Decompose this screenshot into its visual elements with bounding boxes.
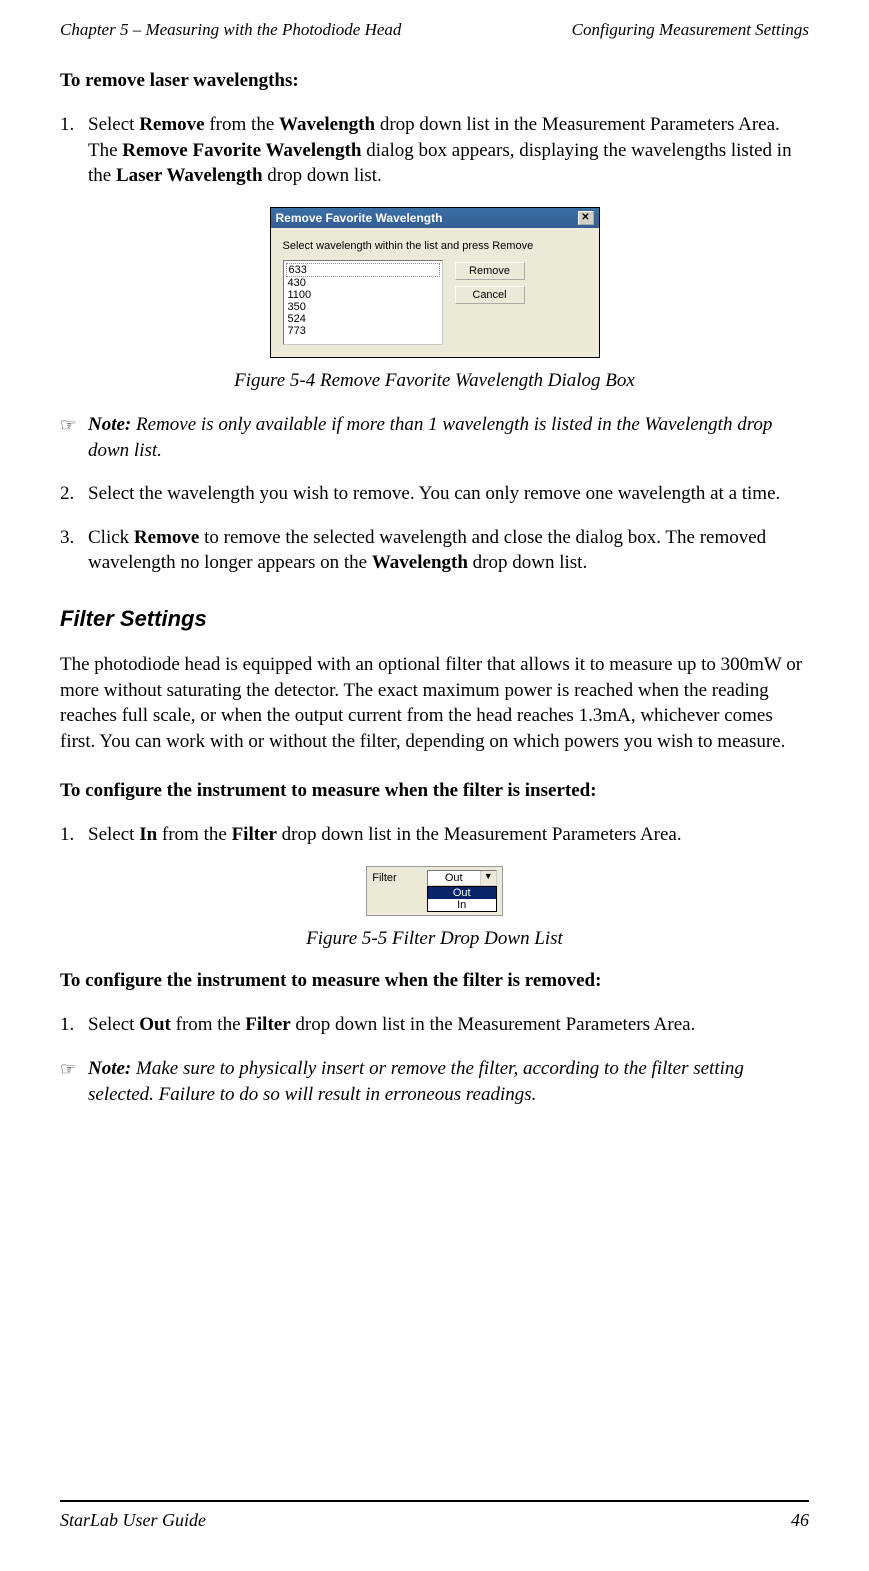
filter-label: Filter [372,870,396,884]
remove-wavelength-dialog: Remove Favorite Wavelength ✕ Select wave… [270,207,600,358]
close-icon[interactable]: ✕ [578,211,594,225]
dropdown-widget: Out ▼ Out In [427,870,497,912]
list-item[interactable]: 773 [286,325,440,337]
filter-removed-lead: To configure the instrument to measure w… [60,970,809,992]
chevron-down-icon[interactable]: ▼ [480,871,496,885]
figure-5-5-container: Filter Out ▼ Out In Figure 5-5 Filter Dr… [60,865,809,950]
dropdown-option-out[interactable]: Out [428,887,496,899]
header-right: Configuring Measurement Settings [572,20,809,40]
note-text: Note: Make sure to physically insert or … [88,1056,809,1107]
step-number: 1. [60,1012,88,1038]
step-text: Select Remove from the Wavelength drop d… [88,112,809,189]
list-item[interactable]: 430 [286,277,440,289]
cancel-button[interactable]: Cancel [455,286,525,304]
filter-step-in: 1. Select In from the Filter drop down l… [60,822,809,848]
list-item[interactable]: 1100 [286,289,440,301]
step-number: 2. [60,481,88,507]
list-item[interactable]: 350 [286,301,440,313]
dialog-content-row: 633 430 1100 350 524 773 Remove Cancel [283,260,587,345]
figure-5-4-caption: Figure 5-4 Remove Favorite Wavelength Di… [60,370,809,392]
dialog-title-text: Remove Favorite Wavelength [276,211,443,225]
dialog-prompt: Select wavelength within the list and pr… [283,240,587,252]
step-text: Select In from the Filter drop down list… [88,822,809,848]
dialog-titlebar: Remove Favorite Wavelength ✕ [271,208,599,228]
filter-settings-heading: Filter Settings [60,606,809,632]
step-number: 1. [60,112,88,189]
list-item[interactable]: 524 [286,313,440,325]
dropdown-value: Out [428,871,480,885]
step-3: 3. Click Remove to remove the selected w… [60,525,809,576]
dialog-buttons: Remove Cancel [455,262,525,345]
page-content: To remove laser wavelengths: 1. Select R… [60,70,809,1500]
remove-lead: To remove laser wavelengths: [60,70,809,92]
dropdown-list: Out In [427,886,497,912]
figure-5-4-container: Remove Favorite Wavelength ✕ Select wave… [60,207,809,392]
filter-paragraph: The photodiode head is equipped with an … [60,652,809,755]
filter-step-out: 1. Select Out from the Filter drop down … [60,1012,809,1038]
step-number: 3. [60,525,88,576]
filter-dropdown-widget: Filter Out ▼ Out In [366,866,502,916]
remove-button[interactable]: Remove [455,262,525,280]
footer-right: 46 [791,1510,809,1531]
hand-icon: ☞ [60,413,88,464]
figure-5-5-caption: Figure 5-5 Filter Drop Down List [60,928,809,950]
step-number: 1. [60,822,88,848]
note-1: ☞ Note: Remove is only available if more… [60,412,809,463]
footer-left: StarLab User Guide [60,1510,206,1531]
header-left: Chapter 5 – Measuring with the Photodiod… [60,20,401,40]
page-header: Chapter 5 – Measuring with the Photodiod… [60,20,809,40]
hand-icon: ☞ [60,1057,88,1108]
step-1: 1. Select Remove from the Wavelength dro… [60,112,809,189]
list-item[interactable]: 633 [286,263,440,277]
dropdown-option-in[interactable]: In [428,899,496,911]
step-2: 2. Select the wavelength you wish to rem… [60,481,809,507]
step-text: Click Remove to remove the selected wave… [88,525,809,576]
step-text: Select the wavelength you wish to remove… [88,481,809,507]
filter-select[interactable]: Out ▼ [427,870,497,886]
step-text: Select Out from the Filter drop down lis… [88,1012,809,1038]
page-footer: StarLab User Guide 46 [60,1500,809,1531]
wavelength-listbox[interactable]: 633 430 1100 350 524 773 [283,260,443,345]
note-2: ☞ Note: Make sure to physically insert o… [60,1056,809,1107]
filter-inserted-lead: To configure the instrument to measure w… [60,780,809,802]
dialog-body: Select wavelength within the list and pr… [271,228,599,357]
note-text: Note: Remove is only available if more t… [88,412,809,463]
